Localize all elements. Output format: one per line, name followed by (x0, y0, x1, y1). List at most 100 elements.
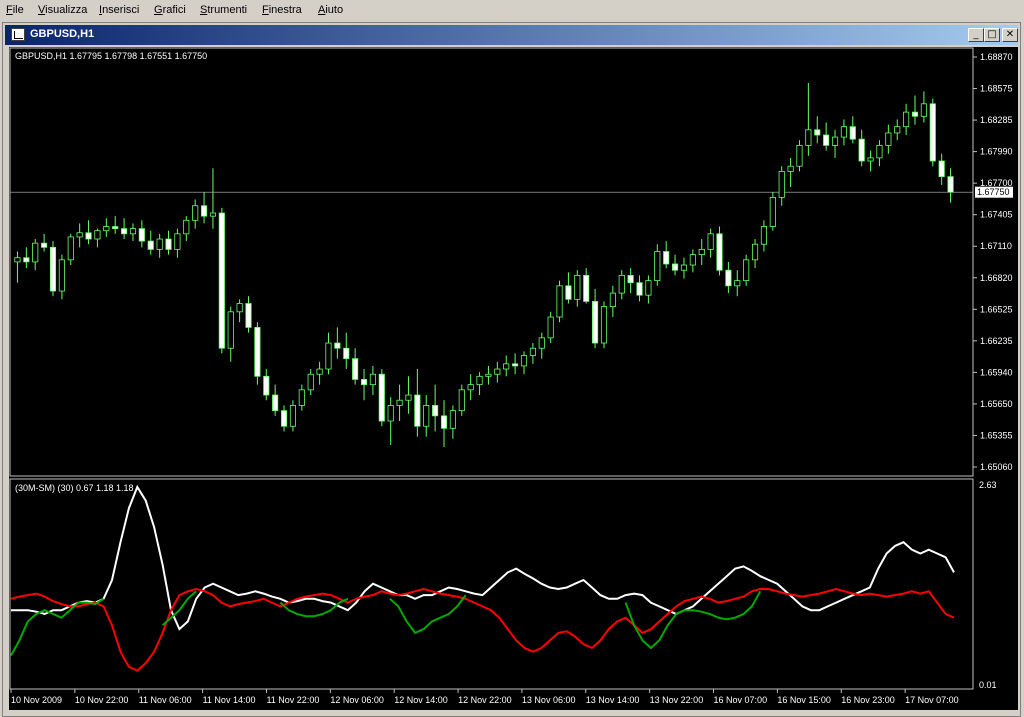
candle-body (831, 136, 839, 146)
candle-body (458, 389, 465, 412)
candle-body (156, 238, 163, 250)
maximize-button[interactable]: □ (984, 28, 1000, 42)
candle-body (894, 126, 901, 134)
price-tick-label: 1.66235 (980, 336, 1013, 346)
x-axis-label: 16 Nov 23:00 (841, 695, 895, 705)
x-axis-label: 12 Nov 22:00 (458, 695, 512, 705)
candle-body (512, 363, 519, 367)
price-tick-label: 1.67990 (980, 147, 1013, 157)
candle-body (823, 134, 830, 146)
candle-body (67, 236, 74, 261)
price-tick-label: 1.68285 (980, 115, 1013, 125)
candle-body (23, 257, 30, 263)
price-tick-label: 1.67700 (980, 178, 1013, 188)
chart-area[interactable]: GBPUSD,H1 1.67795 1.67798 1.67551 1.6775… (9, 47, 1018, 710)
candle-body (592, 301, 599, 344)
candle-body (227, 311, 234, 349)
candle-body (414, 394, 421, 427)
candle-body (129, 228, 137, 235)
window-titlebar[interactable]: GBPUSD,H1 _ □ ✕ (5, 25, 1018, 45)
candle-body (556, 285, 563, 318)
x-axis-label: 12 Nov 06:00 (330, 695, 384, 705)
indicator-panel-header: (30M-SM) (30) 0.67 1.18 1.18 (15, 483, 134, 493)
candle-body (387, 405, 394, 422)
candle-body (41, 242, 48, 248)
candle-body (609, 292, 616, 308)
candle-body (778, 171, 785, 198)
candle-body (440, 415, 448, 429)
candle-body (903, 111, 910, 128)
menu-strumenti[interactable]: Strumenti (200, 4, 247, 16)
candle-body (565, 285, 572, 300)
candle-body (121, 228, 128, 235)
candle-body (467, 384, 474, 391)
candle-body (574, 275, 581, 300)
candle-body (174, 233, 181, 250)
close-button[interactable]: ✕ (1002, 28, 1018, 42)
candle-body (645, 280, 652, 296)
x-axis-label: 12 Nov 14:00 (394, 695, 448, 705)
candle-body (183, 219, 190, 235)
candle-body (112, 226, 119, 230)
candle-body (672, 263, 679, 271)
candle-body (618, 275, 625, 294)
candle-body (334, 342, 341, 349)
candle-body (520, 355, 528, 367)
x-axis-label: 11 Nov 14:00 (203, 695, 256, 705)
candle-body (583, 275, 590, 302)
candle-body (769, 197, 776, 227)
chart-canvas[interactable]: GBPUSD,H1 1.67795 1.67798 1.67551 1.6775… (9, 47, 1018, 710)
candle-body (316, 368, 323, 375)
candle-body (396, 399, 403, 406)
candle-body (787, 165, 794, 172)
candle-body (849, 126, 856, 140)
candle-body (920, 103, 927, 117)
candle-body (423, 405, 430, 427)
candle-body (254, 327, 261, 377)
candle-body (245, 303, 252, 328)
x-axis-label: 17 Nov 07:00 (905, 695, 959, 705)
candle-body (538, 337, 545, 349)
x-axis-label: 16 Nov 15:00 (777, 695, 831, 705)
chart-window-icon[interactable] (11, 28, 25, 41)
candle-body (325, 342, 332, 370)
candle-body (32, 242, 39, 263)
candle-body (307, 373, 314, 391)
indicator-y-max-label: 2.63 (979, 480, 997, 490)
menu-finestra[interactable]: Finestra (262, 4, 302, 16)
menu-bar: File Visualizza Inserisci Grafici Strume… (0, 0, 1024, 21)
candle-body (600, 306, 608, 344)
indicator-series-2-line (10, 597, 105, 656)
candle-body (476, 375, 483, 386)
candle-body (947, 176, 954, 193)
menu-visualizza[interactable]: Visualizza (38, 4, 87, 16)
menu-inserisci[interactable]: Inserisci (99, 4, 139, 16)
x-axis-label: 11 Nov 06:00 (139, 695, 192, 705)
candle-body (663, 251, 670, 265)
candle-body (263, 375, 270, 396)
candle-body (94, 230, 101, 240)
menu-grafici[interactable]: Grafici (154, 4, 186, 16)
candle-body (352, 358, 359, 380)
menu-aiuto[interactable]: Aiuto (318, 4, 343, 16)
candle-body (236, 303, 243, 313)
menu-file[interactable]: File (6, 4, 24, 16)
candle-body (85, 232, 92, 240)
price-tick-label: 1.68575 (980, 84, 1013, 94)
candle-body (734, 280, 741, 287)
candle-body (529, 347, 536, 356)
x-axis-label: 13 Nov 06:00 (522, 695, 576, 705)
candle-body (192, 205, 199, 221)
candle-body (58, 259, 65, 292)
candle-body (494, 368, 501, 375)
price-tick-label: 1.68870 (980, 52, 1013, 62)
candle-body (707, 233, 714, 250)
candle-body (627, 275, 634, 284)
candle-body (49, 246, 57, 292)
minimize-button[interactable]: _ (968, 28, 984, 42)
price-tick-label: 1.65940 (980, 367, 1013, 377)
candle-body (547, 316, 554, 339)
x-axis-label: 11 Nov 22:00 (266, 695, 319, 705)
candle-body (378, 373, 385, 422)
x-axis-label: 10 Nov 2009 (11, 695, 62, 705)
